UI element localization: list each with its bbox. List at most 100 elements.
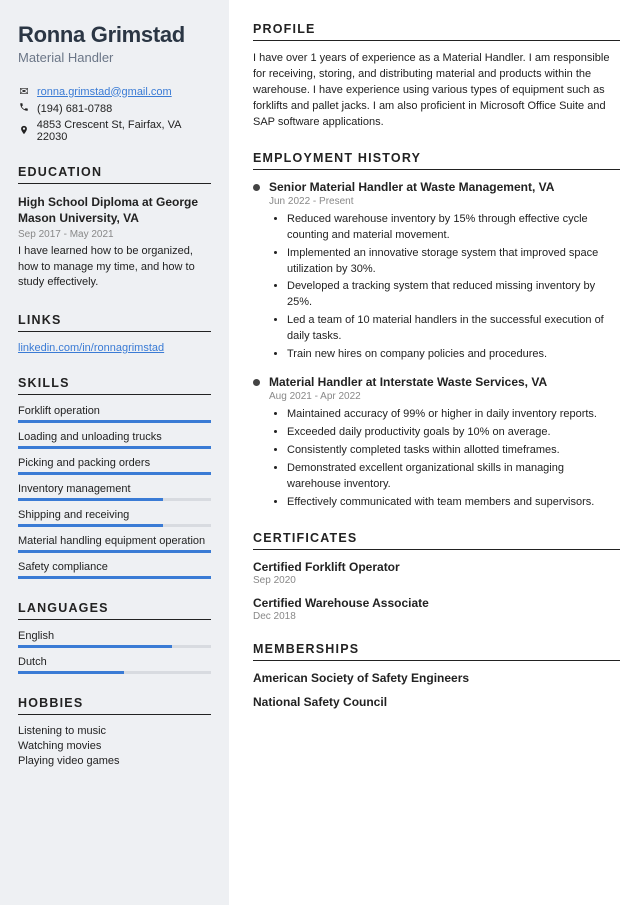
job-bullet: Train new hires on company policies and …: [287, 347, 620, 363]
job-bullet: Maintained accuracy of 99% or higher in …: [287, 407, 620, 423]
job-bullets: Maintained accuracy of 99% or higher in …: [269, 407, 620, 511]
phone-icon: [18, 102, 30, 115]
job-bullet: Exceeded daily productivity goals by 10%…: [287, 425, 620, 441]
job-title: Senior Material Handler at Waste Managem…: [269, 180, 620, 194]
skill-item: Loading and unloading trucks: [18, 431, 211, 449]
progress-bar: [18, 498, 211, 501]
jobs-list: Senior Material Handler at Waste Managem…: [253, 180, 620, 511]
location-icon: [18, 124, 30, 139]
job-title: Material Handler at Interstate Waste Ser…: [269, 375, 620, 389]
person-name: Ronna Grimstad: [18, 22, 211, 48]
progress-bar: [18, 645, 211, 648]
hobby-item: Watching movies: [18, 740, 211, 752]
hobbies-list: Listening to music Watching movies Playing…: [18, 725, 211, 767]
skills-list: Forklift operation Loading and unloading …: [18, 405, 211, 579]
phone-text: (194) 681-0788: [37, 103, 112, 115]
sidebar: Ronna Grimstad Material Handler ✉ ronna.…: [0, 0, 229, 905]
skill-item: Shipping and receiving: [18, 509, 211, 527]
job-bullet: Reduced warehouse inventory by 15% throu…: [287, 212, 620, 244]
language-item-label: Dutch: [18, 656, 211, 668]
email-icon: ✉: [18, 85, 30, 98]
profile-text: I have over 1 years of experience as a M…: [253, 51, 620, 131]
progress-bar: [18, 550, 211, 553]
education-dates: Sep 2017 - May 2021: [18, 229, 211, 240]
divider: [253, 660, 620, 661]
job-bullet: Consistently completed tasks within allo…: [287, 443, 620, 459]
job-bullets: Reduced warehouse inventory by 15% throu…: [269, 212, 620, 363]
skills-heading: SKILLS: [18, 376, 211, 390]
skill-item: Safety compliance: [18, 561, 211, 579]
job-title: Material Handler: [18, 50, 211, 65]
progress-fill: [18, 420, 211, 423]
progress-bar: [18, 671, 211, 674]
divider: [18, 394, 211, 395]
skill-item-label: Safety compliance: [18, 561, 211, 573]
job-dates: Jun 2022 - Present: [269, 196, 620, 207]
language-item-label: English: [18, 630, 211, 642]
hobbies-heading: HOBBIES: [18, 696, 211, 710]
address-text: 4853 Crescent St, Fairfax, VA 22030: [37, 119, 211, 143]
certificate-title: Certified Warehouse Associate: [253, 596, 620, 610]
external-link[interactable]: linkedin.com/in/ronnagrimstad: [18, 342, 211, 354]
skill-item-label: Material handling equipment operation: [18, 535, 211, 547]
skill-item: Forklift operation: [18, 405, 211, 423]
employment-heading: EMPLOYMENT HISTORY: [253, 151, 620, 165]
language-item: Dutch: [18, 656, 211, 674]
skill-item-label: Picking and packing orders: [18, 457, 211, 469]
job-entry: Material Handler at Interstate Waste Ser…: [253, 375, 620, 511]
divider: [18, 714, 211, 715]
contact-email-row: ✉ ronna.grimstad@gmail.com: [18, 85, 211, 98]
skill-item-label: Forklift operation: [18, 405, 211, 417]
contact-address-row: 4853 Crescent St, Fairfax, VA 22030: [18, 119, 211, 143]
membership-item: National Safety Council: [253, 695, 620, 709]
certificate-title: Certified Forklift Operator: [253, 560, 620, 574]
languages-heading: LANGUAGES: [18, 601, 211, 615]
certificates-heading: CERTIFICATES: [253, 531, 620, 545]
divider: [253, 549, 620, 550]
email-link[interactable]: ronna.grimstad@gmail.com: [37, 86, 172, 98]
hobby-item: Playing video games: [18, 755, 211, 767]
languages-list: English Dutch: [18, 630, 211, 674]
divider: [18, 331, 211, 332]
contact-phone-row: (194) 681-0788: [18, 102, 211, 115]
progress-fill: [18, 550, 211, 553]
main-column: PROFILE I have over 1 years of experienc…: [229, 0, 640, 905]
memberships-list: American Society of Safety EngineersNati…: [253, 671, 620, 709]
skill-item: Picking and packing orders: [18, 457, 211, 475]
progress-fill: [18, 524, 163, 527]
skill-item-label: Inventory management: [18, 483, 211, 495]
divider: [18, 619, 211, 620]
job-dates: Aug 2021 - Apr 2022: [269, 391, 620, 402]
hobby-item: Listening to music: [18, 725, 211, 737]
certificate-date: Sep 2020: [253, 575, 620, 586]
education-title: High School Diploma at George Mason Univ…: [18, 194, 211, 226]
skill-item: Material handling equipment operation: [18, 535, 211, 553]
memberships-heading: MEMBERSHIPS: [253, 642, 620, 656]
progress-fill: [18, 498, 163, 501]
progress-bar: [18, 420, 211, 423]
progress-fill: [18, 671, 124, 674]
language-item: English: [18, 630, 211, 648]
progress-fill: [18, 645, 172, 648]
progress-bar: [18, 446, 211, 449]
divider: [18, 183, 211, 184]
resume-page: Ronna Grimstad Material Handler ✉ ronna.…: [0, 0, 640, 905]
progress-bar: [18, 472, 211, 475]
job-bullet: Developed a tracking system that reduced…: [287, 279, 620, 311]
education-heading: EDUCATION: [18, 165, 211, 179]
job-bullet: Demonstrated excellent organizational sk…: [287, 461, 620, 493]
skill-item-label: Shipping and receiving: [18, 509, 211, 521]
job-bullet: Led a team of 10 material handlers in th…: [287, 313, 620, 345]
progress-fill: [18, 576, 211, 579]
job-entry: Senior Material Handler at Waste Managem…: [253, 180, 620, 363]
progress-bar: [18, 524, 211, 527]
certificate-date: Dec 2018: [253, 611, 620, 622]
links-heading: LINKS: [18, 313, 211, 327]
progress-bar: [18, 576, 211, 579]
divider: [253, 169, 620, 170]
education-desc: I have learned how to be organized, how …: [18, 244, 211, 290]
certificates-list: Certified Forklift OperatorSep 2020 Certi…: [253, 560, 620, 622]
links-list: linkedin.com/in/ronnagrimstad: [18, 342, 211, 354]
progress-fill: [18, 472, 211, 475]
job-bullet: Implemented an innovative storage system…: [287, 246, 620, 278]
